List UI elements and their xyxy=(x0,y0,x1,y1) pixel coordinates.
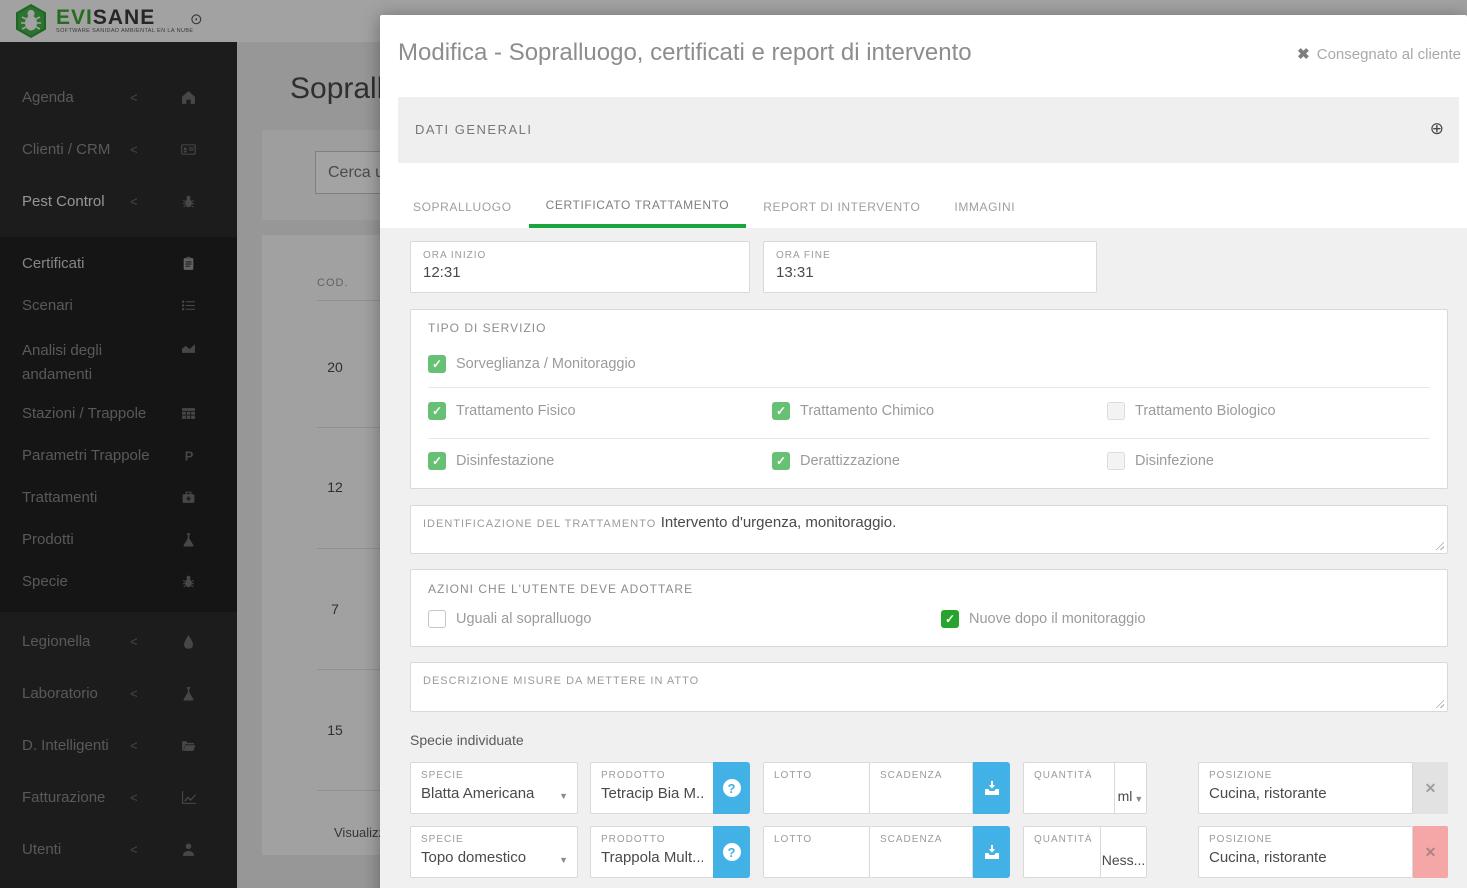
checkbox-checked-icon: ✓ xyxy=(772,452,790,470)
checkbox-checked-icon: ✓ xyxy=(428,402,446,420)
ora-fine-value: 13:31 xyxy=(776,264,814,281)
checkbox-sorveglianza-monitoraggio[interactable]: ✓ Sorveglianza / Monitoraggio xyxy=(428,355,636,373)
remove-row-button[interactable]: ✕ xyxy=(1413,762,1448,814)
resize-handle-icon[interactable] xyxy=(1435,699,1444,708)
tab-immagini[interactable]: IMMAGINI xyxy=(937,185,1032,228)
group-label: TIPO DI SERVIZIO xyxy=(428,321,547,335)
question-icon: ? xyxy=(722,779,741,797)
quantita-input[interactable]: QUANTITÀ Ness... xyxy=(1023,826,1147,878)
specie-select[interactable]: SPECIE Topo domestico ▼ xyxy=(410,826,578,878)
ora-inizio-value: 12:31 xyxy=(423,264,461,281)
delivered-to-client-label: Consegnato al cliente xyxy=(1316,45,1461,63)
inbox-in-icon xyxy=(984,845,999,859)
checkbox-checked-icon: ✓ xyxy=(428,452,446,470)
checkbox-unchecked-icon xyxy=(428,610,446,628)
field-label: DESCRIZIONE MISURE DA METTERE IN ATTO xyxy=(423,675,700,687)
posizione-input[interactable]: POSIZIONE Cucina, ristorante xyxy=(1198,826,1413,878)
tab-sopralluogo[interactable]: SOPRALLUOGO xyxy=(396,185,529,228)
close-x-icon: ✖ xyxy=(1297,46,1310,63)
scadenza-input[interactable]: SCADENZA xyxy=(870,762,973,814)
lotto-input[interactable]: LOTTO xyxy=(763,826,870,878)
prodotto-select[interactable]: PRODOTTO Tetracip Bia M... xyxy=(590,762,714,814)
screen: EVISANE SOFTWARE SANIDAD AMBIENTAL EN LA… xyxy=(0,0,1467,888)
section-title: DATI GENERALI xyxy=(415,122,533,137)
checkbox-trattamento-fisico[interactable]: ✓ Trattamento Fisico xyxy=(428,402,576,420)
specie-individuate-title: Specie individuate xyxy=(410,732,524,748)
azioni-utente-group: AZIONI CHE L'UTENTE DEVE ADOTTARE Uguali… xyxy=(410,569,1448,647)
stock-lot-button[interactable] xyxy=(973,762,1010,814)
ora-fine-field[interactable]: ORA FINE 13:31 xyxy=(763,241,1097,293)
identificazione-trattamento-textarea[interactable]: IDENTIFICAZIONE DEL TRATTAMENTO Interven… xyxy=(410,505,1448,554)
field-label: IDENTIFICAZIONE DEL TRATTAMENTO xyxy=(423,518,657,530)
descrizione-misure-textarea[interactable]: DESCRIZIONE MISURE DA METTERE IN ATTO xyxy=(410,662,1448,712)
modal-tabs: SOPRALLUOGO CERTIFICATO TRATTAMENTO REPO… xyxy=(380,185,1467,228)
checkbox-derattizzazione[interactable]: ✓ Derattizzazione xyxy=(772,452,900,470)
chevron-down-icon: ▼ xyxy=(559,791,568,801)
quantita-input[interactable]: QUANTITÀ ml ▼ xyxy=(1023,762,1147,814)
field-label: ORA INIZIO xyxy=(423,250,487,261)
scadenza-input[interactable]: SCADENZA xyxy=(870,826,973,878)
ora-inizio-field[interactable]: ORA INIZIO 12:31 xyxy=(410,241,750,293)
tab-certificato-trattamento[interactable]: CERTIFICATO TRATTAMENTO xyxy=(528,185,747,228)
checkbox-checked-icon: ✓ xyxy=(941,610,959,628)
checkbox-uguali-al-sopralluogo[interactable]: Uguali al sopralluogo xyxy=(428,610,591,628)
checkbox-trattamento-biologico[interactable]: Trattamento Biologico xyxy=(1107,402,1276,420)
edit-sopralluogo-modal: Modifica - Sopralluogo, certificati e re… xyxy=(380,15,1467,888)
inbox-in-icon xyxy=(984,781,999,795)
expand-plus-icon[interactable]: ⊕ xyxy=(1430,119,1444,139)
lotto-input[interactable]: LOTTO xyxy=(763,762,870,814)
checkbox-disinfestazione[interactable]: ✓ Disinfestazione xyxy=(428,452,554,470)
remove-row-button[interactable]: ✕ xyxy=(1413,826,1448,878)
posizione-input[interactable]: POSIZIONE Cucina, ristorante xyxy=(1198,762,1413,814)
checkbox-trattamento-chimico[interactable]: ✓ Trattamento Chimico xyxy=(772,402,934,420)
product-info-button[interactable]: ? xyxy=(713,762,750,814)
unit-select[interactable]: ml ▼ xyxy=(1114,763,1146,813)
checkbox-checked-icon: ✓ xyxy=(428,355,446,373)
chevron-down-icon: ▼ xyxy=(559,855,568,865)
identificazione-value: Intervento d'urgenza, monitoraggio. xyxy=(660,514,897,531)
chevron-down-icon: ▼ xyxy=(1134,794,1144,804)
group-label: AZIONI CHE L'UTENTE DEVE ADOTTARE xyxy=(428,582,694,596)
modal-title: Modifica - Sopralluogo, certificati e re… xyxy=(398,39,972,66)
checkbox-unchecked-icon xyxy=(1107,452,1125,470)
product-info-button[interactable]: ? xyxy=(713,826,750,878)
resize-handle-icon[interactable] xyxy=(1435,541,1444,550)
tab-report-di-intervento[interactable]: REPORT DI INTERVENTO xyxy=(746,185,937,228)
checkbox-checked-icon: ✓ xyxy=(772,402,790,420)
tipo-di-servizio-group: TIPO DI SERVIZIO ✓ Sorveglianza / Monito… xyxy=(410,309,1448,489)
delivered-to-client-button[interactable]: ✖ Consegnato al cliente xyxy=(1297,45,1461,64)
question-icon: ? xyxy=(722,843,741,861)
species-row: SPECIE Topo domestico ▼ PRODOTTO Trappol… xyxy=(380,826,1467,878)
unit-select[interactable]: Ness... xyxy=(1100,827,1146,877)
dati-generali-section-header[interactable]: DATI GENERALI ⊕ xyxy=(398,97,1459,163)
checkbox-nuove-dopo-monitoraggio[interactable]: ✓ Nuove dopo il monitoraggio xyxy=(941,610,1146,628)
field-label: ORA FINE xyxy=(776,250,831,261)
checkbox-unchecked-icon xyxy=(1107,402,1125,420)
prodotto-select[interactable]: PRODOTTO Trappola Mult... xyxy=(590,826,714,878)
checkbox-disinfezione[interactable]: Disinfezione xyxy=(1107,452,1214,470)
species-row: SPECIE Blatta Americana ▼ PRODOTTO Tetra… xyxy=(380,762,1467,814)
stock-lot-button[interactable] xyxy=(973,826,1010,878)
specie-select[interactable]: SPECIE Blatta Americana ▼ xyxy=(410,762,578,814)
